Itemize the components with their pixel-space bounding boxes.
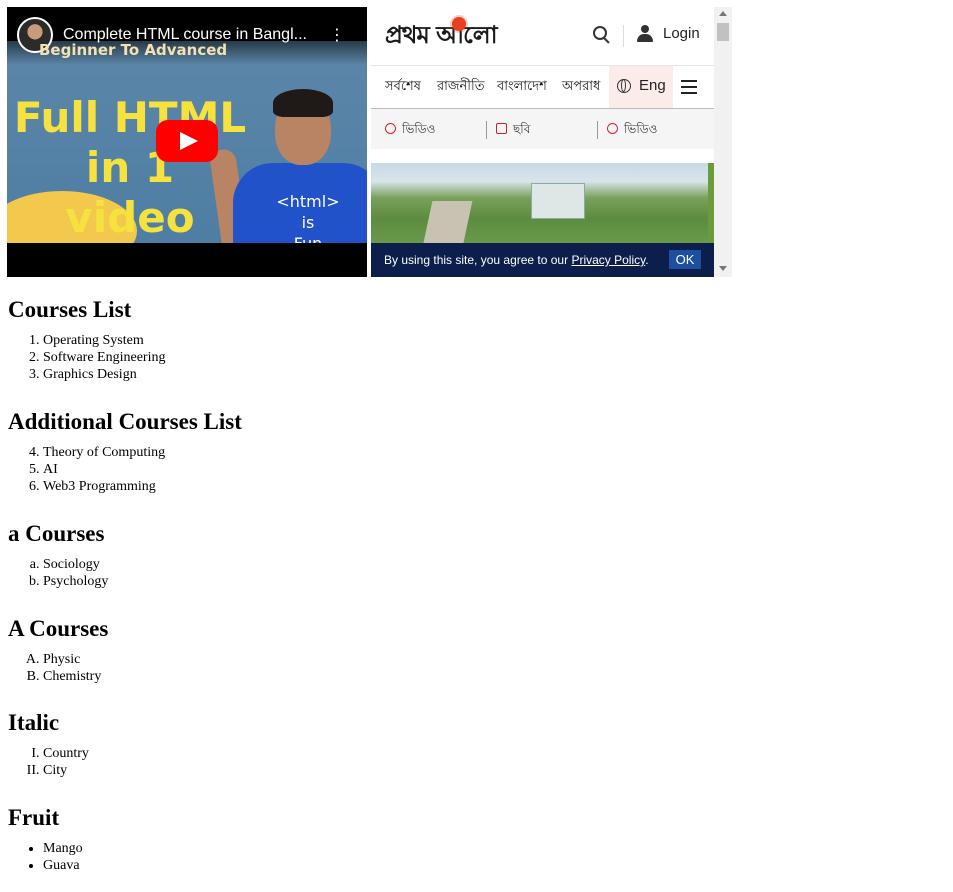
list-item: Operating System — [43, 332, 908, 349]
play-circle-icon — [607, 123, 618, 134]
section-upper-alpha: A Courses Physic Chemistry — [8, 613, 908, 693]
cookie-period: . — [645, 253, 649, 267]
section-heading: a Courses — [8, 521, 105, 546]
list-item: Theory of Computing — [43, 444, 908, 461]
embed-scrollbar[interactable] — [714, 7, 732, 277]
ordered-list: Sociology Psychology — [8, 556, 908, 590]
nav-item-bangladesh[interactable]: বাংলাদেশ — [497, 77, 547, 98]
privacy-policy-link[interactable]: Privacy Policy — [571, 253, 645, 267]
list-item: Graphics Design — [43, 366, 908, 383]
nav-item-politics[interactable]: রাজনীতি — [437, 77, 485, 98]
prothomalo-embed[interactable]: প্রথম আলো Login সর্বশেষ রাজনীতি বাংলাদেশ… — [371, 7, 732, 277]
user-icon[interactable] — [637, 25, 653, 43]
section-courses-list: Courses List Operating System Software E… — [8, 294, 908, 391]
embeds-row: Complete HTML course in Bangl... ⋮ Full … — [7, 7, 732, 277]
section-lower-alpha: a Courses Sociology Psychology — [8, 518, 908, 598]
list-item: Country — [43, 745, 908, 762]
section-roman: Italic Country City — [8, 707, 908, 787]
media-item-video[interactable]: ভিডিও — [607, 121, 657, 141]
nav-item-latest[interactable]: সর্বশেষ — [385, 77, 421, 98]
login-link[interactable]: Login — [663, 25, 700, 42]
play-icon — [180, 132, 198, 150]
scroll-down-icon[interactable] — [719, 266, 727, 271]
section-heading: Italic — [8, 710, 60, 735]
youtube-embed[interactable]: Complete HTML course in Bangl... ⋮ Full … — [7, 7, 367, 277]
list-item: AI — [43, 461, 908, 478]
list-item: Web3 Programming — [43, 478, 908, 495]
section-heading: A Courses — [8, 616, 109, 641]
ordered-list: Country City — [8, 745, 908, 779]
list-item: Physic — [43, 651, 908, 668]
category-nav: সর্বশেষ রাজনীতি বাংলাদেশ অপরাধ Eng — [371, 66, 714, 109]
thumbnail-headline: Full HTML in 1 video — [10, 93, 250, 243]
media-label: ভিডিও — [624, 122, 658, 136]
shirt-text-line: Fun — [263, 233, 353, 243]
play-circle-icon — [385, 123, 396, 134]
section-heading: Fruit — [8, 805, 60, 830]
ordered-list: Theory of Computing AI Web3 Programming — [8, 444, 908, 495]
cookie-banner: By using this site, you agree to our Pri… — [371, 243, 714, 277]
media-item-photo[interactable]: ছবি — [496, 121, 530, 141]
ordered-list: Physic Chemistry — [8, 651, 908, 685]
site-header: প্রথম আলো Login — [371, 7, 714, 66]
more-options-icon[interactable]: ⋮ — [329, 25, 345, 45]
scrollbar-thumb[interactable] — [717, 23, 729, 41]
cookie-ok-button[interactable]: OK — [669, 250, 701, 269]
cookie-text: By using this site, you agree to our Pri… — [384, 253, 649, 267]
list-item: City — [43, 762, 908, 779]
media-divider — [597, 121, 598, 139]
language-switch[interactable]: Eng — [609, 66, 673, 108]
list-item: Mango — [43, 840, 908, 857]
photo-building — [531, 183, 585, 219]
list-item: Psychology — [43, 573, 908, 590]
section-heading: Courses List — [8, 297, 132, 322]
shirt-text-line: is — [301, 213, 315, 232]
logo-sun-icon — [452, 17, 466, 31]
ordered-list: Operating System Software Engineering Gr… — [8, 332, 908, 383]
shirt-text-line: <html> — [276, 192, 340, 211]
nav-item-crime[interactable]: অপরাধ — [562, 77, 600, 98]
media-label: ছবি — [513, 122, 531, 136]
media-divider — [486, 121, 487, 139]
list-item: Sociology — [43, 556, 908, 573]
unordered-list: Mango Guava — [8, 840, 908, 874]
play-button[interactable] — [156, 120, 218, 162]
section-additional-courses: Additional Courses List Theory of Comput… — [8, 406, 908, 503]
globe-icon — [617, 79, 631, 93]
cookie-message: By using this site, you agree to our — [384, 253, 572, 267]
media-label: ভিডিও — [402, 122, 436, 136]
person-hair — [273, 89, 333, 117]
scroll-up-icon[interactable] — [719, 11, 727, 16]
list-item: Chemistry — [43, 668, 908, 685]
language-label: Eng — [639, 77, 666, 94]
lead-photo[interactable] — [371, 163, 714, 255]
media-bar: ভিডিও ছবি ভিডিও — [371, 109, 714, 149]
list-item: Software Engineering — [43, 349, 908, 366]
section-heading: Additional Courses List — [8, 409, 242, 434]
header-divider — [623, 25, 624, 47]
search-icon[interactable] — [592, 25, 612, 45]
site-logo[interactable]: প্রথম আলো — [385, 17, 498, 57]
section-fruit: Fruit Mango Guava — [8, 802, 908, 882]
thumbnail-subtitle: Beginner To Advanced — [39, 41, 228, 59]
thumbnail-headline-line: video — [65, 193, 195, 242]
media-item-video[interactable]: ভিডিও — [385, 121, 435, 141]
shirt-text: <html> is Fun — [263, 191, 353, 243]
camera-icon — [496, 123, 507, 134]
hamburger-menu-icon[interactable] — [681, 80, 697, 94]
list-item: Guava — [43, 857, 908, 874]
